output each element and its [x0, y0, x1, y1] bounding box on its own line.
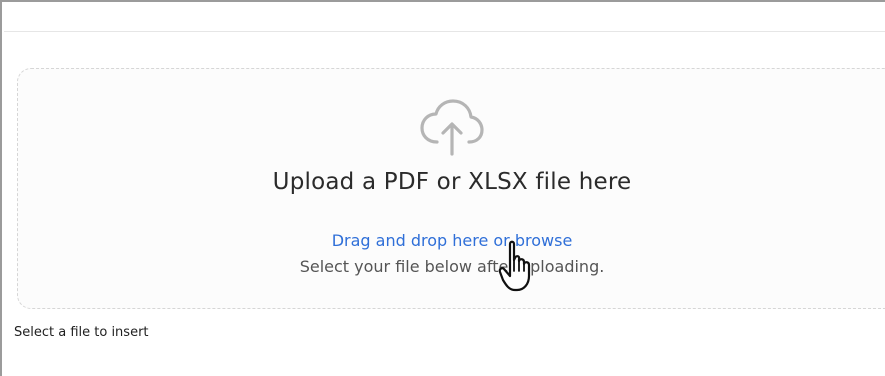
upload-title: Upload a PDF or XLSX file here: [272, 169, 632, 195]
browse-link[interactable]: Drag and drop here or browse: [2, 231, 885, 250]
upload-panel: Upload a PDF or XLSX file here Drag and …: [0, 0, 885, 376]
upload-hint: Select your file below after uploading.: [299, 257, 605, 276]
select-file-label: Select a file to insert: [14, 325, 149, 340]
cloud-upload-icon: [420, 99, 484, 156]
header-divider: [4, 31, 885, 32]
